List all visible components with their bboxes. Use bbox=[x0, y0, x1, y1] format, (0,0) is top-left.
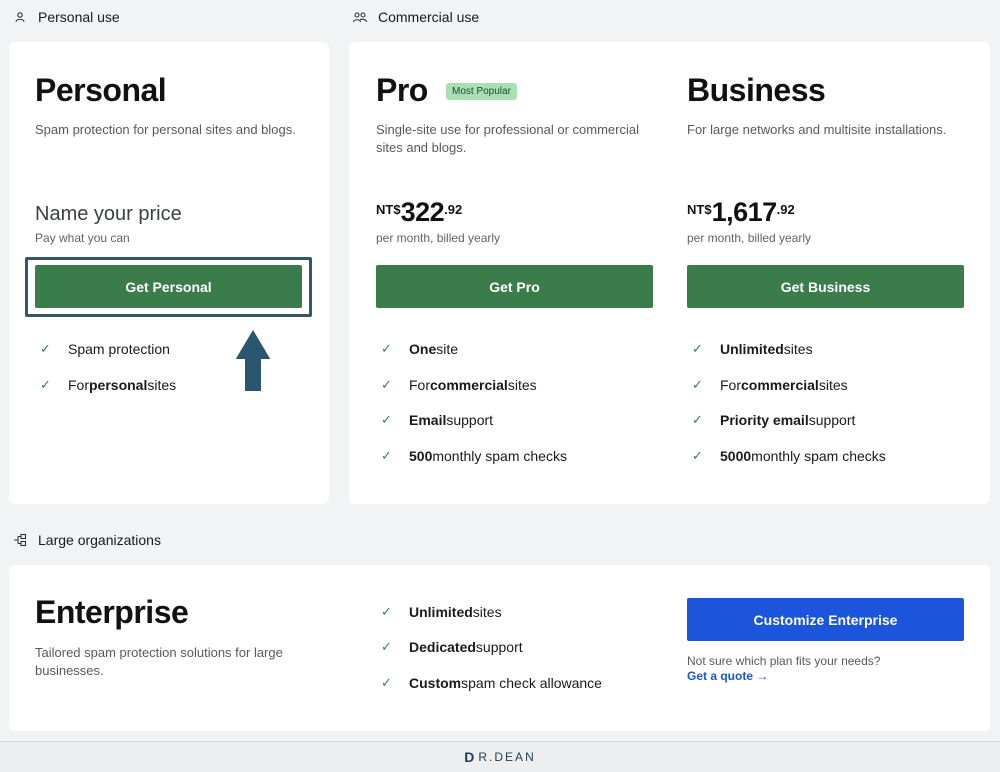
pay-what-you-can-label: Pay what you can bbox=[35, 231, 130, 245]
most-popular-badge: Most Popular bbox=[446, 83, 517, 100]
check-icon: ✓ bbox=[381, 639, 392, 654]
highlight-box bbox=[25, 257, 312, 317]
business-feature-4: ✓ 5000 monthly spam checks bbox=[692, 448, 886, 464]
users-icon bbox=[352, 9, 368, 25]
get-pro-button[interactable]: Get Pro bbox=[376, 265, 653, 308]
pro-plan-description: Single-site use for professional or comm… bbox=[376, 122, 639, 155]
pro-feature-4: ✓ 500 monthly spam checks bbox=[381, 448, 567, 464]
enterprise-plan-title: Enterprise bbox=[35, 594, 189, 630]
business-plan-description: For large networks and multisite install… bbox=[687, 122, 947, 137]
check-icon: ✓ bbox=[381, 377, 392, 392]
pro-feature-1: ✓ One site bbox=[381, 341, 459, 357]
footer-bar: D R.DEAN bbox=[0, 741, 1000, 772]
person-icon bbox=[12, 9, 28, 25]
section-large-organizations: Large organizations bbox=[12, 532, 161, 548]
personal-plan-title: Personal bbox=[35, 72, 167, 108]
personal-feature-1: ✓ Spam protection bbox=[40, 341, 170, 357]
check-icon: ✓ bbox=[692, 341, 703, 356]
logo-mark: D bbox=[464, 749, 477, 765]
business-feature-3: ✓ Priority email support bbox=[692, 412, 856, 428]
check-icon: ✓ bbox=[692, 448, 703, 463]
check-icon: ✓ bbox=[692, 377, 703, 392]
business-plan-title: Business bbox=[687, 72, 826, 108]
get-a-quote-link[interactable]: Get a quote → bbox=[687, 669, 768, 683]
business-billing-note: per month, billed yearly bbox=[687, 231, 812, 245]
section-personal-use: Personal use bbox=[12, 9, 120, 25]
plan-help-text: Not sure which plan fits your needs? bbox=[687, 654, 881, 668]
check-icon: ✓ bbox=[381, 448, 392, 463]
check-icon: ✓ bbox=[692, 412, 703, 427]
business-feature-1: ✓ Unlimited sites bbox=[692, 341, 813, 357]
pro-feature-2: ✓ For commercial sites bbox=[381, 377, 537, 393]
business-price: NT$ 1,617 .92 bbox=[687, 197, 795, 227]
org-chart-icon bbox=[12, 532, 28, 548]
enterprise-plan-description: Tailored spam protection solutions for l… bbox=[35, 645, 283, 678]
business-feature-2: ✓ For commercial sites bbox=[692, 377, 848, 393]
personal-feature-2: ✓ For personal sites bbox=[40, 377, 177, 393]
check-icon: ✓ bbox=[381, 412, 392, 427]
customize-enterprise-button[interactable]: Customize Enterprise bbox=[687, 598, 964, 641]
pro-billing-note: per month, billed yearly bbox=[376, 231, 501, 245]
name-your-price-heading: Name your price bbox=[35, 203, 182, 225]
dr-dean-logo: D R.DEAN bbox=[464, 749, 535, 765]
check-icon: ✓ bbox=[381, 675, 392, 690]
enterprise-feature-3: ✓ Custom spam check allowance bbox=[381, 675, 602, 691]
pro-plan-title: Pro bbox=[376, 72, 428, 108]
get-business-button[interactable]: Get Business bbox=[687, 265, 964, 308]
check-icon: ✓ bbox=[381, 604, 392, 619]
section-commercial-use: Commercial use bbox=[352, 9, 479, 25]
pro-feature-3: ✓ Email support bbox=[381, 412, 494, 428]
enterprise-feature-1: ✓ Unlimited sites bbox=[381, 604, 502, 620]
check-icon: ✓ bbox=[40, 341, 51, 356]
section-large-organizations-label: Large organizations bbox=[38, 532, 161, 548]
section-commercial-use-label: Commercial use bbox=[378, 9, 480, 25]
pro-price: NT$ 322 .92 bbox=[376, 197, 463, 227]
up-arrow-icon bbox=[232, 326, 274, 399]
enterprise-feature-2: ✓ Dedicated support bbox=[381, 639, 523, 655]
logo-text: R.DEAN bbox=[478, 750, 536, 764]
check-icon: ✓ bbox=[40, 377, 51, 392]
personal-plan-description: Spam protection for personal sites and b… bbox=[35, 122, 296, 137]
section-personal-use-label: Personal use bbox=[38, 9, 120, 25]
check-icon: ✓ bbox=[381, 341, 392, 356]
